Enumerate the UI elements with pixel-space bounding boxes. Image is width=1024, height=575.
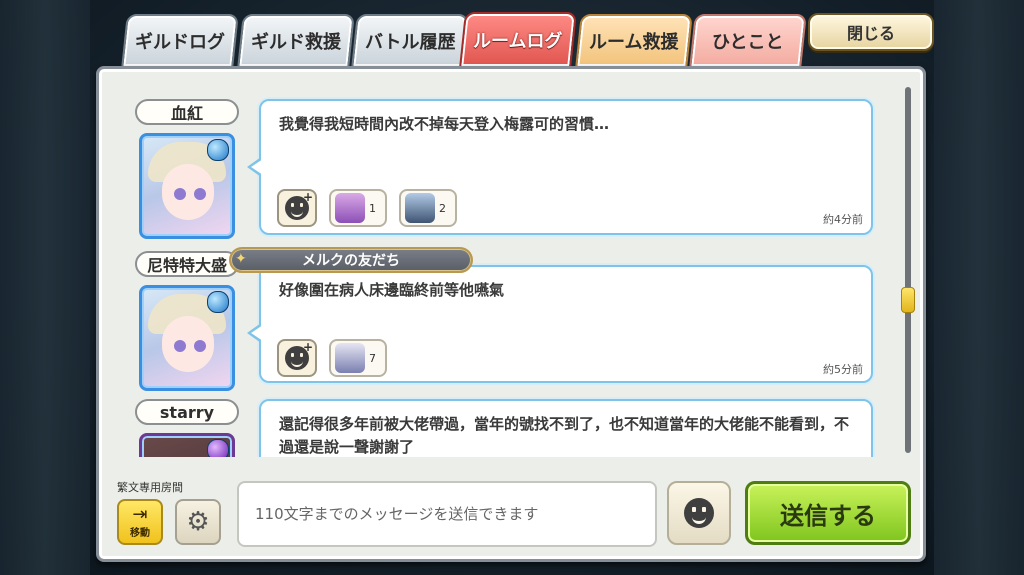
timestamp: 約5分前 — [823, 363, 863, 376]
stamp-button[interactable] — [667, 481, 731, 545]
move-room-button[interactable]: ⇥ 移動 — [117, 499, 163, 545]
chibi-stamp-icon — [405, 193, 435, 223]
reaction-count: 1 — [369, 201, 376, 215]
move-label: 移動 — [130, 527, 150, 539]
add-reaction-button[interactable]: + — [277, 189, 317, 227]
tab-label: ギルド救援 — [251, 32, 341, 53]
star-icon: ✦ — [235, 251, 247, 267]
feed-scrollbar[interactable] — [901, 87, 915, 453]
list-item: starry 還記得很多年前被大佬帶過，當年的號找不到了，也不知道當年的大佬能不… — [117, 399, 887, 457]
list-item: 尼特特大盛 ✦ メルクの友だち 好像圍在病人床邊臨終前等他嚥氣 + 7 約5分前 — [117, 247, 887, 401]
settings-button[interactable]: ⚙ — [175, 499, 221, 545]
reaction-stamp[interactable]: 1 — [329, 189, 387, 227]
plus-icon: + — [302, 190, 313, 204]
exit-icon: ⇥ — [132, 503, 148, 525]
reaction-stamp[interactable]: 7 — [329, 339, 387, 377]
message-feed[interactable]: 血紅 我覺得我短時間內改不掉每天登入梅露可的習慣… + 1 2 約4分前 尼特特… — [117, 89, 887, 457]
chibi-stamp-icon — [335, 343, 365, 373]
reaction-row: + 7 — [277, 339, 387, 377]
list-item: 血紅 我覺得我短時間內改不掉每天登入梅露可的習慣… + 1 2 約4分前 — [117, 99, 887, 239]
tab-guild-log[interactable]: ギルドログ — [121, 14, 239, 68]
timestamp: 約4分前 — [823, 213, 863, 226]
room-log-panel: 血紅 我覺得我短時間內改不掉每天登入梅露可的習慣… + 1 2 約4分前 尼特特… — [96, 66, 926, 562]
avatar-face — [162, 164, 214, 220]
message-bubble: 好像圍在病人床邊臨終前等他嚥氣 + 7 約5分前 — [247, 265, 873, 383]
message-input[interactable] — [237, 481, 657, 547]
message-bubble: 還記得很多年前被大佬帶過，當年的號找不到了，也不知道當年的大佬能不能看到，不過還… — [259, 399, 873, 457]
avatar-eye — [194, 340, 206, 352]
reaction-count: 7 — [369, 351, 376, 365]
user-name[interactable]: starry — [135, 399, 239, 425]
reaction-stamp[interactable]: 2 — [399, 189, 457, 227]
element-orb-icon — [207, 439, 229, 457]
tab-hitokoto[interactable]: ひとこと — [689, 14, 807, 68]
avatar[interactable] — [139, 133, 235, 239]
tab-bar: ギルドログ ギルド救援 バトル履歴 ルームログ ルーム救援 ひとこと — [121, 12, 807, 70]
message-bubble: 我覺得我短時間內改不掉每天登入梅露可的習慣… + 1 2 約4分前 — [247, 99, 873, 235]
send-button[interactable]: 送信する — [745, 481, 911, 545]
title-badge: ✦ メルクの友だち — [229, 247, 473, 273]
avatar[interactable] — [139, 433, 235, 457]
tab-label: ひとこと — [712, 32, 784, 53]
avatar-eye — [194, 188, 206, 200]
message-text: 好像圍在病人床邊臨終前等他嚥氣 — [279, 281, 505, 299]
avatar-eye — [174, 340, 186, 352]
tab-label: ルーム救援 — [589, 32, 679, 53]
avatar-eye — [174, 188, 186, 200]
tab-room-log[interactable]: ルームログ — [459, 12, 577, 68]
tab-room-rescue[interactable]: ルーム救援 — [575, 14, 693, 68]
message-text: 我覺得我短時間內改不掉每天登入梅露可的習慣… — [279, 115, 610, 133]
element-orb-icon — [207, 291, 229, 313]
background-pillar-left — [0, 0, 90, 575]
scrollbar-thumb[interactable] — [901, 287, 915, 313]
tab-label: ギルドログ — [135, 32, 225, 53]
avatar-face — [162, 316, 214, 372]
element-orb-icon — [207, 139, 229, 161]
message-text: 還記得很多年前被大佬帶過，當年的號找不到了，也不知道當年的大佬能不能看到，不過還… — [279, 415, 850, 456]
reaction-count: 2 — [439, 201, 446, 215]
smiley-icon — [684, 498, 714, 528]
tab-label: バトル履歴 — [364, 32, 456, 53]
user-name[interactable]: 血紅 — [135, 99, 239, 125]
background-pillar-right — [934, 0, 1024, 575]
chibi-stamp-icon — [335, 193, 365, 223]
plus-icon: + — [302, 340, 313, 354]
room-name: 繁文専用房間 — [117, 481, 183, 494]
tab-guild-rescue[interactable]: ギルド救援 — [237, 14, 355, 68]
avatar[interactable] — [139, 285, 235, 391]
gear-icon: ⚙ — [186, 507, 210, 537]
add-reaction-button[interactable]: + — [277, 339, 317, 377]
title-text: メルクの友だち — [302, 253, 400, 269]
tab-battle-history[interactable]: バトル履歴 — [351, 14, 469, 68]
tab-label: ルームログ — [473, 31, 563, 52]
user-name[interactable]: 尼特特大盛 — [135, 251, 239, 277]
reaction-row: + 1 2 — [277, 189, 457, 227]
close-button[interactable]: 閉じる — [808, 13, 934, 51]
